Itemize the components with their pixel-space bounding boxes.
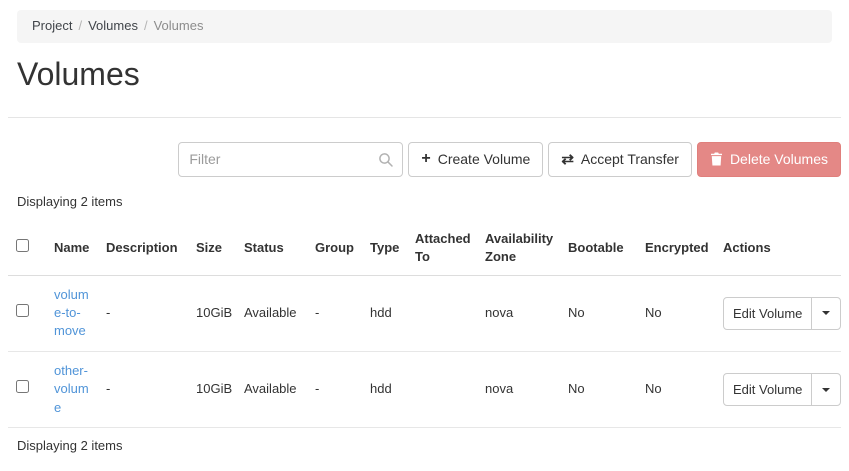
divider — [8, 116, 841, 118]
column-header-encrypted[interactable]: Encrypted — [637, 221, 715, 276]
cell-attached-to — [407, 275, 477, 352]
items-count-bottom: Displaying 2 items — [17, 438, 123, 454]
volume-link[interactable]: volume-to-move — [54, 287, 89, 339]
search-icon[interactable] — [378, 152, 394, 168]
row-checkbox[interactable] — [16, 304, 29, 317]
column-header-status[interactable]: Status — [236, 221, 307, 276]
cell-availability-zone: nova — [477, 275, 560, 352]
row-select-cell — [8, 275, 46, 352]
row-actions: Edit Volume — [723, 373, 842, 407]
delete-volumes-button[interactable]: Delete Volumes — [696, 141, 841, 177]
toolbar: + Create Volume ⇄ Accept Transfer Delete… — [8, 141, 841, 177]
cell-type: hdd — [362, 351, 407, 429]
row-actions-dropdown-button[interactable] — [811, 373, 842, 407]
plus-icon: + — [421, 150, 431, 168]
volumes-table: Name Description Size Status Group Type … — [8, 221, 842, 429]
filter-field — [178, 141, 404, 177]
cell-group: - — [307, 275, 362, 352]
volumes-page: Project / Volumes / Volumes Volumes + Create… — [0, 10, 849, 453]
search-icon-glyph — [379, 152, 394, 167]
cell-type: hdd — [362, 275, 407, 352]
edit-volume-button[interactable]: Edit Volume — [723, 296, 813, 330]
page-title: Volumes — [17, 55, 140, 92]
breadcrumb-separator: / — [143, 18, 148, 33]
row-checkbox[interactable] — [16, 380, 29, 394]
transfer-arrows-icon: ⇄ — [561, 150, 574, 168]
edit-volume-button[interactable]: Edit Volume — [723, 373, 813, 407]
trash-icon — [710, 152, 722, 166]
column-header-name[interactable]: Name — [46, 221, 98, 276]
column-header-size[interactable]: Size — [188, 221, 236, 276]
filter-input[interactable] — [178, 141, 404, 177]
delete-volumes-label: Delete Volumes — [729, 151, 828, 168]
column-header-availability-zone[interactable]: Availability Zone — [477, 221, 560, 276]
caret-down-icon — [822, 311, 831, 316]
column-header-attached-to[interactable]: Attached To — [407, 221, 477, 276]
cell-size: 10GiB — [188, 351, 236, 429]
column-header-actions: Actions — [715, 221, 841, 276]
breadcrumb: Project / Volumes / Volumes — [17, 10, 832, 43]
select-all-checkbox[interactable] — [16, 238, 29, 252]
column-header-group[interactable]: Group — [307, 221, 362, 276]
table-row: other-volume - 10GiB Available - hdd nov… — [8, 351, 842, 429]
caret-down-icon — [822, 387, 831, 392]
breadcrumb-project[interactable]: Project — [32, 18, 72, 33]
cell-description: - — [98, 351, 188, 429]
cell-actions: Edit Volume — [715, 275, 842, 352]
cell-availability-zone: nova — [477, 351, 560, 429]
accept-transfer-label: Accept Transfer — [580, 151, 679, 168]
column-header-description[interactable]: Description — [98, 221, 188, 276]
cell-encrypted: No — [637, 275, 715, 352]
row-actions-dropdown-button[interactable] — [811, 296, 842, 330]
breadcrumb-volumes[interactable]: Volumes — [88, 18, 138, 33]
breadcrumb-separator: / — [78, 18, 83, 33]
cell-group: - — [307, 351, 362, 429]
breadcrumb-current: Volumes — [153, 18, 204, 33]
accept-transfer-button[interactable]: ⇄ Accept Transfer — [548, 141, 692, 177]
items-count-top: Displaying 2 items — [17, 193, 123, 209]
cell-description: - — [98, 275, 188, 352]
cell-status: Available — [236, 351, 307, 429]
table-header-row: Name Description Size Status Group Type … — [8, 221, 841, 276]
cell-bootable: No — [560, 275, 637, 352]
cell-status: Available — [236, 275, 307, 352]
cell-size: 10GiB — [188, 275, 236, 352]
column-header-type[interactable]: Type — [362, 221, 407, 276]
cell-name: other-volume — [46, 351, 98, 429]
cell-actions: Edit Volume — [715, 351, 842, 429]
create-volume-button[interactable]: + Create Volume — [408, 141, 544, 177]
row-select-cell — [8, 351, 46, 429]
cell-name: volume-to-move — [46, 275, 98, 352]
cell-attached-to — [407, 351, 477, 429]
row-actions: Edit Volume — [723, 296, 842, 330]
column-header-bootable[interactable]: Bootable — [560, 221, 637, 276]
select-all-cell — [8, 221, 46, 276]
create-volume-label: Create Volume — [437, 151, 531, 168]
cell-encrypted: No — [637, 351, 715, 429]
table-row: volume-to-move - 10GiB Available - hdd n… — [8, 275, 842, 352]
volume-link[interactable]: other-volume — [54, 363, 89, 415]
cell-bootable: No — [560, 351, 637, 429]
